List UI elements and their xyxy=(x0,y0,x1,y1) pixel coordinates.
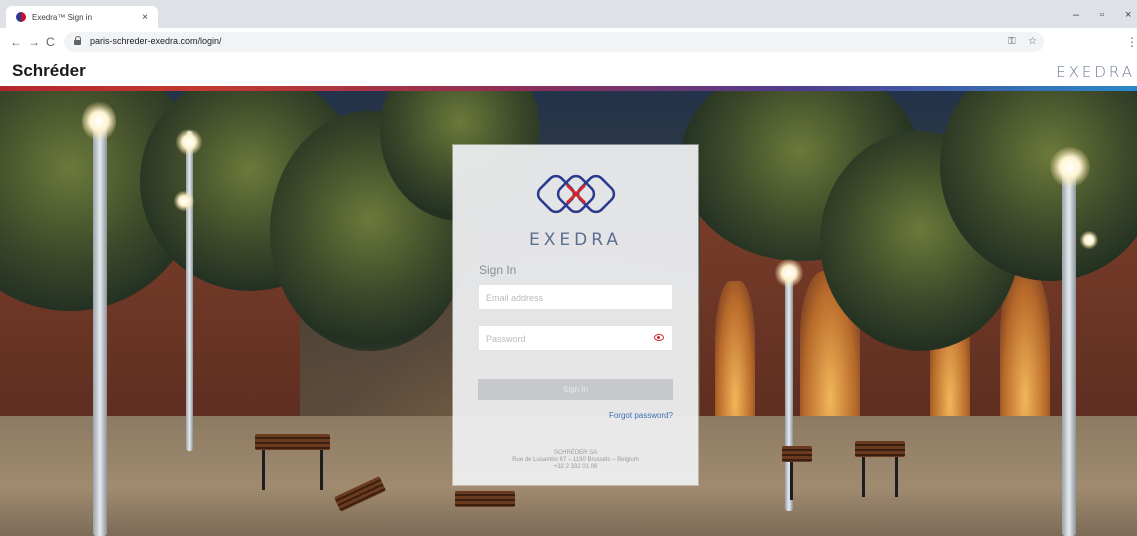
tab-close-button[interactable]: × xyxy=(142,12,148,23)
bench-leg xyxy=(262,450,265,490)
bench-leg xyxy=(862,457,865,497)
footer-phone: +32 2 332 01 06 xyxy=(553,464,598,470)
favicon-icon xyxy=(16,12,26,22)
browser-tabstrip: Exedra™ Sign in × – ▫ × xyxy=(0,0,1137,28)
minimize-button[interactable]: – xyxy=(1073,9,1079,21)
footer-address: Rue de Lusambo 67 – 1190 Brussels – Belg… xyxy=(512,457,639,463)
back-button[interactable]: ← xyxy=(10,35,22,49)
lamp-light xyxy=(1080,231,1098,249)
browser-tab[interactable]: Exedra™ Sign in × xyxy=(6,6,158,28)
forgot-password-link[interactable]: Forgot password? xyxy=(609,411,673,420)
reload-button[interactable]: C xyxy=(46,35,55,49)
arch xyxy=(1000,271,1050,431)
browser-toolbar: ← → C paris-schreder-exedra.com/login/ ⚿… xyxy=(0,28,1137,57)
app-header: Schréder EXEDRA xyxy=(0,56,1137,86)
signin-title: Sign In xyxy=(479,263,517,277)
lamp-post xyxy=(93,116,107,536)
company-footer: SCHRÉDER SA Rue de Lusambo 67 – 1190 Bru… xyxy=(453,450,698,471)
password-placeholder: Password xyxy=(486,334,526,344)
bench-leg xyxy=(895,457,898,497)
bench xyxy=(782,446,812,462)
lamp-post xyxy=(186,131,193,451)
exedra-mark: EXEDRA xyxy=(1056,63,1135,81)
bench xyxy=(855,441,905,457)
lamp-light xyxy=(176,129,202,155)
tab-title: Exedra™ Sign in xyxy=(32,12,93,22)
key-icon[interactable]: ⚿ xyxy=(1008,36,1016,47)
address-bar[interactable]: paris-schreder-exedra.com/login/ ⚿ ☆ xyxy=(64,32,1044,52)
login-card: EXEDRA Sign In Email address Password Si… xyxy=(453,145,698,485)
email-placeholder: Email address xyxy=(486,293,544,303)
bench-leg xyxy=(320,450,323,490)
eye-icon[interactable] xyxy=(654,334,664,341)
bench xyxy=(255,434,330,450)
menu-icon[interactable]: ⋮ xyxy=(1126,35,1137,49)
footer-company: SCHRÉDER SA xyxy=(553,450,598,456)
restore-button[interactable]: ▫ xyxy=(1100,9,1104,21)
bench xyxy=(455,491,515,507)
bench-leg xyxy=(790,462,793,500)
arch xyxy=(715,281,755,431)
forward-button[interactable]: → xyxy=(28,35,40,49)
email-field[interactable]: Email address xyxy=(478,284,673,310)
exedra-wordmark: EXEDRA xyxy=(529,230,622,250)
lamp-light xyxy=(82,101,116,141)
window-close-button[interactable]: × xyxy=(1125,9,1131,21)
star-icon[interactable]: ☆ xyxy=(1028,36,1037,47)
brand-logo: Schréder xyxy=(12,61,86,80)
lamp-post xyxy=(1062,161,1076,536)
lamp-light xyxy=(1050,147,1090,187)
password-field[interactable]: Password xyxy=(478,325,673,351)
lamp-light xyxy=(775,259,803,287)
exedra-logo-icon xyxy=(536,174,616,214)
signin-button[interactable]: Sign In xyxy=(478,379,673,400)
lock-icon xyxy=(74,36,82,45)
lamp-light xyxy=(174,191,194,211)
url-text: paris-schreder-exedra.com/login/ xyxy=(90,36,222,46)
